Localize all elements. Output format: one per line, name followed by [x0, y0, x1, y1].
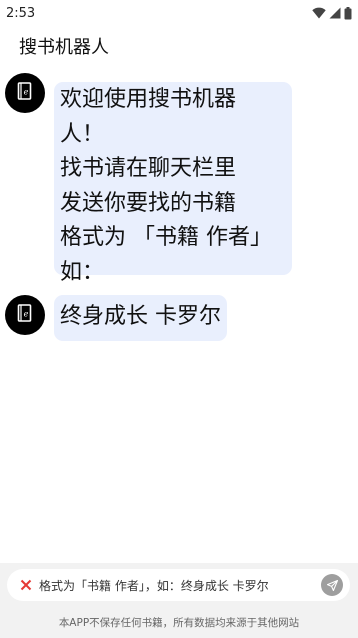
disclaimer-footer: 本APP不保存任何书籍，所有数据均来源于其他网站: [0, 607, 358, 638]
message-bubble: 欢迎使用搜书机器 人！ 找书请在聊天栏里 发送你要找的书籍 格式为 「书籍 作者…: [54, 82, 292, 285]
message-line: 发送你要找的书籍: [60, 190, 237, 216]
svg-text:e: e: [24, 310, 29, 319]
send-button[interactable]: [321, 574, 343, 596]
svg-text:e: e: [24, 88, 29, 97]
battery-icon: [344, 6, 352, 20]
input-container: [7, 569, 350, 601]
message-line: 如：: [60, 259, 105, 285]
chat-message: e 欢迎使用搜书机器 人！ 找书请在聊天栏里 发送你要找的书籍 格式为 「书籍 …: [5, 73, 292, 285]
message-line: 欢迎使用搜书机器: [60, 87, 237, 112]
signal-icon: [329, 7, 341, 19]
message-text: 终身成长 卡罗尔: [60, 304, 221, 329]
send-icon: [326, 576, 338, 595]
status-bar: 2:53: [0, 0, 358, 26]
ebook-icon: e: [17, 304, 33, 326]
status-icons: [312, 6, 352, 20]
message-line: 格式为 「书籍 作者」: [60, 225, 272, 250]
bot-avatar: e: [5, 73, 45, 113]
search-input[interactable]: [39, 578, 317, 592]
chat-message: e 终身成长 卡罗尔: [5, 295, 227, 341]
status-time: 2:53: [6, 5, 36, 21]
message-line: 人！: [60, 121, 105, 147]
close-icon[interactable]: [19, 578, 33, 592]
bot-avatar: e: [5, 295, 45, 335]
disclaimer-text: 本APP不保存任何书籍，所有数据均来源于其他网站: [58, 617, 300, 629]
message-line: 找书请在聊天栏里: [60, 156, 237, 181]
wifi-icon: [312, 7, 326, 19]
app-bar: 搜书机器人: [0, 26, 358, 66]
page-title: 搜书机器人: [19, 37, 109, 58]
ebook-icon: e: [17, 82, 33, 104]
message-bubble: 终身成长 卡罗尔: [54, 295, 227, 341]
input-bar: [0, 563, 358, 607]
app-screen: 2:53 搜书机器人 e 欢迎使用搜书机器 人！ 找书请在聊天栏里 发送你要找的…: [0, 0, 358, 638]
